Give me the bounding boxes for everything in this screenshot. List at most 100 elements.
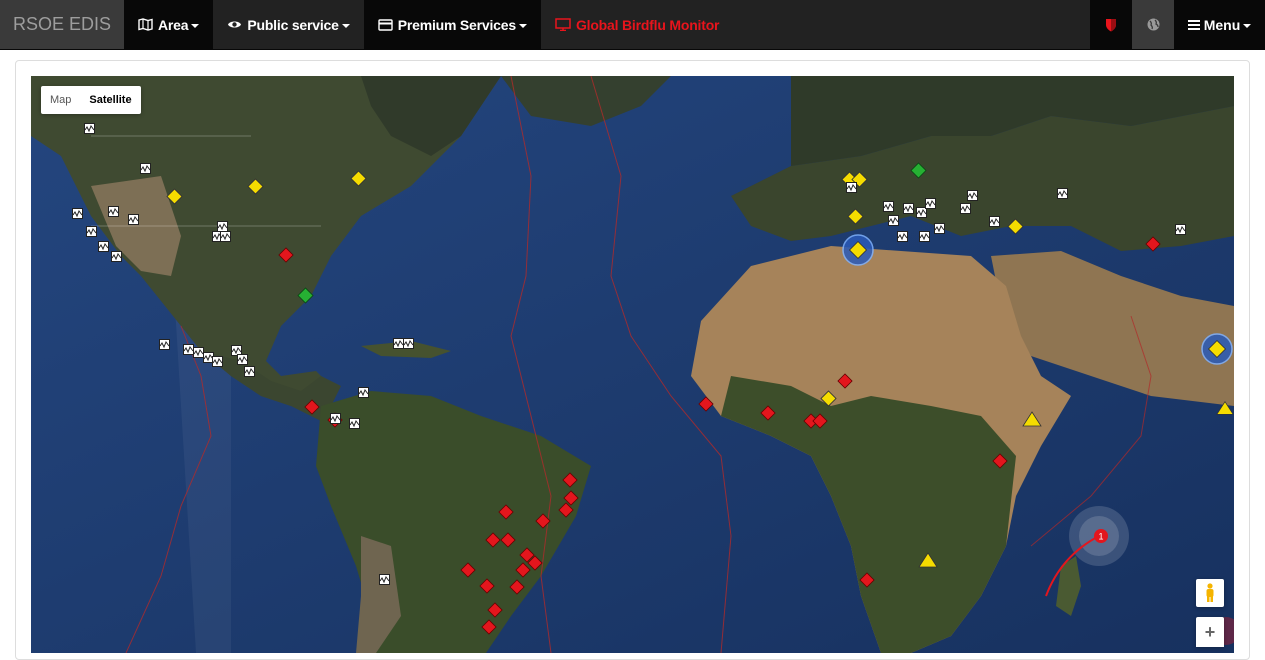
warning-marker-icon[interactable] bbox=[166, 188, 183, 205]
outbreak-marker-icon[interactable] bbox=[304, 399, 320, 415]
earthquake-marker-icon[interactable] bbox=[1175, 224, 1186, 235]
nav-public-service-label: Public service bbox=[247, 16, 339, 33]
street-view-pegman-button[interactable] bbox=[1196, 579, 1224, 607]
earthquake-marker-icon[interactable] bbox=[220, 231, 231, 242]
outbreak-marker-icon[interactable] bbox=[859, 572, 875, 588]
earthquake-marker-icon[interactable] bbox=[72, 208, 83, 219]
outbreak-marker-icon[interactable] bbox=[698, 396, 714, 412]
chevron-down-icon bbox=[1243, 23, 1252, 28]
earthquake-marker-icon[interactable] bbox=[989, 216, 1000, 227]
earthquake-marker-icon[interactable] bbox=[111, 251, 122, 262]
outbreak-marker-icon[interactable] bbox=[812, 413, 828, 429]
resolved-marker-icon[interactable] bbox=[297, 287, 314, 304]
map-type-control: Map Satellite bbox=[41, 86, 141, 114]
outbreak-marker-icon[interactable] bbox=[278, 247, 294, 263]
top-navbar: RSOE EDIS Area Public service Premium Se… bbox=[0, 0, 1265, 50]
world-map[interactable]: Map Satellite 1 + bbox=[31, 76, 1234, 653]
earthquake-marker-icon[interactable] bbox=[888, 215, 899, 226]
earthquake-marker-icon[interactable] bbox=[128, 214, 139, 225]
shield-button[interactable] bbox=[1090, 0, 1132, 49]
earthquake-marker-icon[interactable] bbox=[883, 201, 894, 212]
warning-triangle-icon[interactable] bbox=[1022, 411, 1042, 427]
earthquake-marker-icon[interactable] bbox=[1057, 188, 1068, 199]
outbreak-marker-icon[interactable] bbox=[837, 373, 853, 389]
outbreak-marker-icon[interactable] bbox=[558, 502, 574, 518]
earthquake-marker-icon[interactable] bbox=[98, 241, 109, 252]
earthquake-marker-icon[interactable] bbox=[379, 574, 390, 585]
menu-button[interactable]: Menu bbox=[1174, 0, 1265, 49]
outbreak-marker-icon[interactable] bbox=[500, 532, 516, 548]
nav-premium-services-label: Premium Services bbox=[397, 16, 516, 33]
outbreak-marker-icon[interactable] bbox=[535, 513, 551, 529]
nav-birdflu-label: Global Birdflu Monitor bbox=[575, 16, 720, 33]
chevron-down-icon bbox=[191, 23, 200, 28]
warning-marker-icon[interactable] bbox=[820, 390, 837, 407]
outbreak-marker-icon[interactable] bbox=[479, 578, 495, 594]
earthquake-marker-icon[interactable] bbox=[244, 366, 255, 377]
earthquake-marker-icon[interactable] bbox=[925, 198, 936, 209]
outbreak-marker-icon[interactable] bbox=[481, 619, 497, 635]
monitor-icon bbox=[555, 18, 571, 31]
resolved-marker-icon[interactable] bbox=[910, 162, 927, 179]
globe-button[interactable] bbox=[1132, 0, 1174, 49]
earthquake-marker-icon[interactable] bbox=[934, 223, 945, 234]
map-type-satellite-button[interactable]: Satellite bbox=[80, 86, 140, 114]
chevron-down-icon bbox=[341, 23, 350, 28]
outbreak-marker-icon[interactable] bbox=[485, 532, 501, 548]
shield-icon bbox=[1106, 18, 1116, 31]
map-type-map-button[interactable]: Map bbox=[41, 86, 80, 114]
globe-icon bbox=[1147, 18, 1159, 31]
nav-public-service[interactable]: Public service bbox=[213, 0, 364, 49]
outbreak-marker-icon[interactable] bbox=[760, 405, 776, 421]
nav-area[interactable]: Area bbox=[124, 0, 214, 49]
nav-premium-services[interactable]: Premium Services bbox=[363, 0, 541, 49]
zoom-in-button[interactable]: + bbox=[1196, 617, 1224, 647]
menu-label: Menu bbox=[1203, 16, 1241, 33]
navbar-spacer bbox=[733, 0, 1090, 49]
outbreak-marker-icon[interactable] bbox=[992, 453, 1008, 469]
warning-marker-icon[interactable] bbox=[847, 208, 864, 225]
earthquake-marker-icon[interactable] bbox=[897, 231, 908, 242]
earthquake-marker-icon[interactable] bbox=[237, 354, 248, 365]
earthquake-marker-icon[interactable] bbox=[140, 163, 151, 174]
earthquake-marker-icon[interactable] bbox=[349, 418, 360, 429]
outbreak-marker-icon[interactable] bbox=[487, 602, 503, 618]
warning-marker-icon[interactable] bbox=[350, 170, 367, 187]
svg-text:1: 1 bbox=[1098, 532, 1103, 542]
earthquake-marker-icon[interactable] bbox=[967, 190, 978, 201]
warning-triangle-icon[interactable] bbox=[918, 552, 938, 568]
brand-logo[interactable]: RSOE EDIS bbox=[0, 0, 124, 49]
earthquake-marker-icon[interactable] bbox=[960, 203, 971, 214]
eye-icon bbox=[227, 19, 242, 30]
earthquake-marker-icon[interactable] bbox=[330, 413, 341, 424]
outbreak-marker-icon[interactable] bbox=[509, 579, 525, 595]
pegman-icon bbox=[1206, 583, 1214, 602]
earthquake-marker-icon[interactable] bbox=[86, 226, 97, 237]
outbreak-marker-icon[interactable] bbox=[562, 472, 578, 488]
active-warning-marker-icon[interactable] bbox=[842, 234, 874, 266]
earthquake-marker-icon[interactable] bbox=[358, 387, 369, 398]
earthquake-marker-icon[interactable] bbox=[903, 203, 914, 214]
nav-area-label: Area bbox=[158, 16, 189, 33]
earthquake-marker-icon[interactable] bbox=[84, 123, 95, 134]
outbreak-marker-icon[interactable] bbox=[515, 562, 531, 578]
cyclone-marker-icon[interactable]: 1 bbox=[1093, 528, 1109, 544]
outbreak-marker-icon[interactable] bbox=[498, 504, 514, 520]
earthquake-marker-icon[interactable] bbox=[919, 231, 930, 242]
earthquake-marker-icon[interactable] bbox=[159, 339, 170, 350]
warning-triangle-icon[interactable] bbox=[1216, 400, 1234, 416]
map-icon bbox=[138, 18, 153, 31]
active-warning-marker-icon[interactable] bbox=[1201, 333, 1233, 365]
card-icon bbox=[378, 18, 393, 31]
chevron-down-icon bbox=[518, 23, 527, 28]
nav-birdflu-monitor[interactable]: Global Birdflu Monitor bbox=[540, 0, 734, 49]
warning-marker-icon[interactable] bbox=[1007, 218, 1024, 235]
warning-marker-icon[interactable] bbox=[247, 178, 264, 195]
earthquake-marker-icon[interactable] bbox=[403, 338, 414, 349]
earthquake-marker-icon[interactable] bbox=[212, 356, 223, 367]
hamburger-icon bbox=[1187, 18, 1200, 32]
outbreak-marker-icon[interactable] bbox=[460, 562, 476, 578]
outbreak-marker-icon[interactable] bbox=[1145, 236, 1161, 252]
earthquake-marker-icon[interactable] bbox=[108, 206, 119, 217]
earthquake-marker-icon[interactable] bbox=[846, 182, 857, 193]
